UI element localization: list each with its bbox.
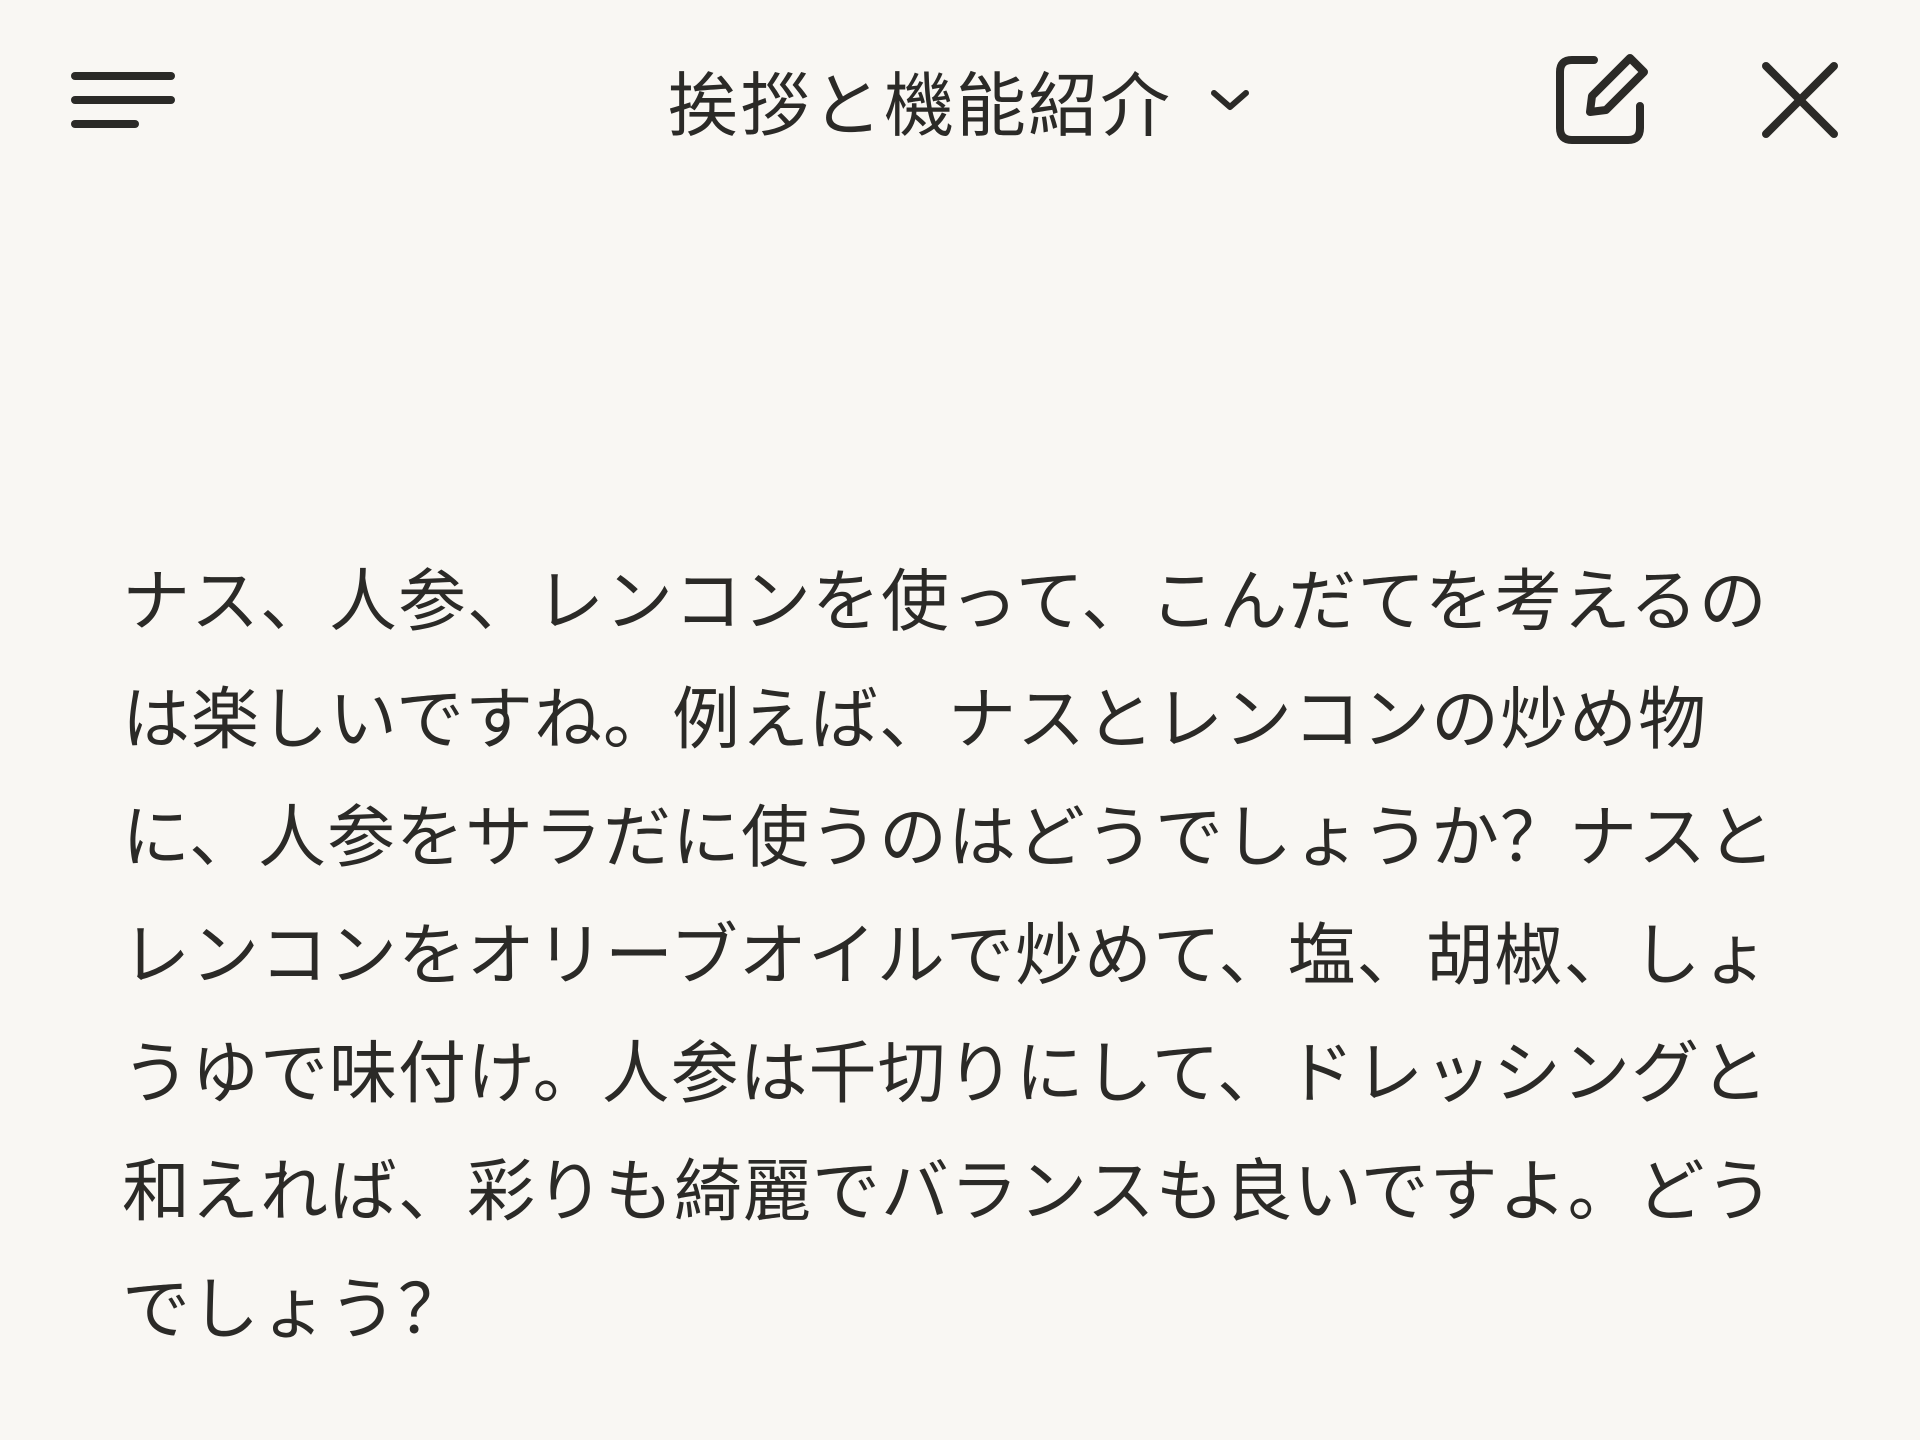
chevron-down-icon [1208, 85, 1252, 115]
close-icon [1762, 62, 1838, 138]
top-bar: 挨拶と機能紹介 [0, 0, 1920, 200]
new-chat-icon [1556, 54, 1648, 144]
menu-button[interactable] [50, 40, 190, 160]
menu-icon [71, 72, 175, 128]
conversation-title-dropdown[interactable]: 挨拶と機能紹介 [560, 52, 1360, 148]
new-chat-button[interactable] [1530, 40, 1670, 160]
close-button[interactable] [1730, 40, 1870, 160]
conversation-title: 挨拶と機能紹介 [668, 64, 1172, 147]
assistant-message: ナス、人参、レンコンを使って、こんだてを考えるのは楽しいですね。例えば、ナスとレ… [122, 563, 1776, 1350]
